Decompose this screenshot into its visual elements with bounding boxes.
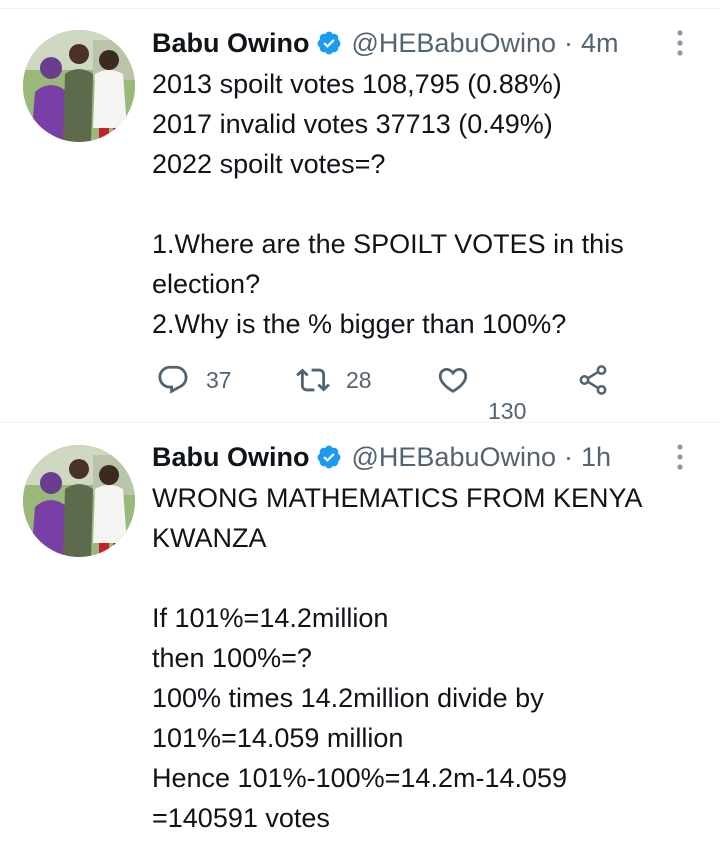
tweet-text-line: Hence 101%-100%=14.2m-14.059 [152, 763, 568, 793]
tweet-header: Babu Owino @HEBabuOwino · 4m [152, 25, 680, 61]
reply-button[interactable]: 37 [156, 360, 232, 400]
vertical-ellipsis-icon[interactable] [670, 439, 690, 475]
tweet-text-line: 101%=14.059 million [152, 723, 404, 753]
verified-badge-icon [317, 445, 340, 469]
verified-badge-icon [317, 31, 340, 55]
share-nodes-icon [579, 365, 607, 395]
like-count: 130 [488, 398, 527, 424]
avatar-photo [23, 445, 135, 557]
share-button[interactable] [576, 360, 610, 400]
like-button[interactable] [436, 360, 470, 400]
tweet-text-line: 100% times 14.2million divide by [152, 683, 544, 713]
tweet-text-line: 2017 invalid votes 37713 (0.49%) [152, 109, 553, 139]
tweet-text-line: 2.Why is the % bigger than 100%? [152, 309, 567, 339]
author-handle[interactable]: @HEBabuOwino [352, 442, 557, 473]
tweet-actions: 37 28 130 [152, 360, 632, 424]
retweet-arrows-icon [296, 368, 330, 392]
tweet-text-line: If 101%=14.2million [152, 603, 389, 633]
tweet-text-blank-line [152, 184, 696, 224]
tweet-text-line: 2013 spoilt votes 108,795 (0.88%) [152, 69, 562, 99]
tweet-text-line: WRONG MATHEMATICS FROM KENYA [152, 483, 643, 513]
tweet-text-line: election? [152, 269, 261, 299]
author-name[interactable]: Babu Owino [152, 442, 310, 473]
header-separator: · [564, 441, 574, 472]
retweet-button[interactable]: 28 [296, 360, 372, 400]
tweet-header: Babu Owino @HEBabuOwino · 1h [152, 439, 680, 475]
tweet-text: 2013 spoilt votes 108,795 (0.88%) 2017 i… [152, 64, 696, 344]
tweet-text-line: =140591 votes [152, 803, 330, 833]
tweet[interactable]: Babu Owino @HEBabuOwino · 4m 2013 spoilt… [0, 0, 720, 424]
tweet-timestamp[interactable]: 1h [581, 442, 611, 473]
avatar[interactable] [23, 30, 135, 142]
retweet-count: 28 [346, 366, 372, 393]
speech-bubble-icon [158, 365, 188, 394]
tweet-text-line: then 100%=? [152, 643, 312, 673]
tweet-timestamp[interactable]: 4m [581, 28, 619, 59]
vertical-ellipsis-icon[interactable] [670, 25, 690, 61]
heart-outline-icon [438, 367, 468, 393]
tweet-text-blank-line [152, 558, 696, 598]
avatar-photo [23, 30, 135, 142]
author-name[interactable]: Babu Owino [152, 28, 310, 59]
tweet[interactable]: Babu Owino @HEBabuOwino · 1h WRONG MATHE… [0, 423, 720, 850]
tweet-text-line: KWANZA [152, 523, 267, 553]
author-handle[interactable]: @HEBabuOwino [352, 28, 557, 59]
tweet-text-line: 1.Where are the SPOILT VOTES in this [152, 229, 624, 259]
reply-count: 37 [206, 366, 232, 393]
avatar[interactable] [23, 445, 135, 557]
header-separator: · [564, 27, 574, 58]
tweet-text: WRONG MATHEMATICS FROM KENYA KWANZA If 1… [152, 478, 696, 838]
tweet-text-line: 2022 spoilt votes=? [152, 149, 386, 179]
